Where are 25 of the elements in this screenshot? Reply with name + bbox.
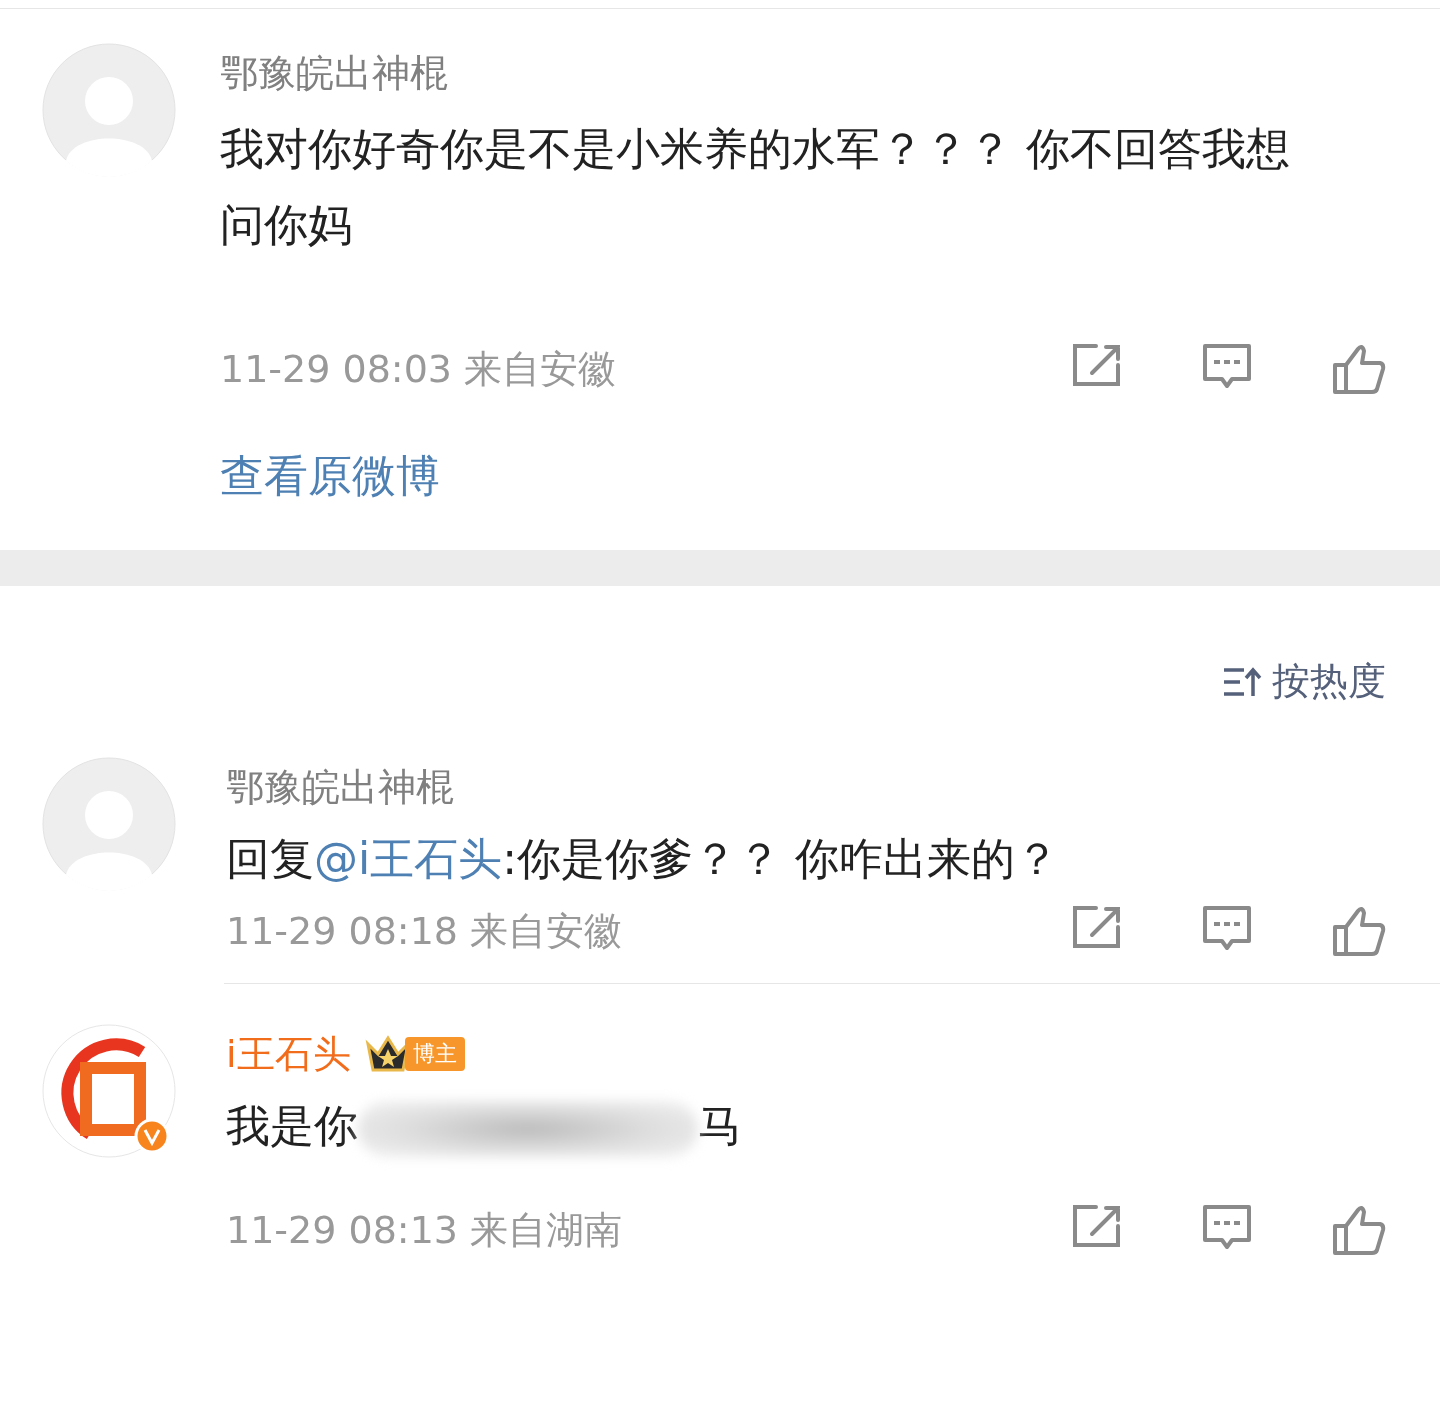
user-name[interactable]: 鄂豫皖出神棍 [226, 757, 454, 817]
sort-icon [1222, 665, 1262, 698]
comment-icon[interactable] [1202, 343, 1252, 389]
blogger-badge: 博主 [404, 1037, 465, 1071]
comment-time: 11-29 08:03 来自安徽 [220, 345, 617, 393]
like-icon[interactable] [1332, 905, 1386, 957]
user-name[interactable]: 鄂豫皖出神棍 [220, 43, 1386, 103]
mention-link[interactable]: @i王石头 [314, 833, 503, 884]
sort-button[interactable]: 按热度 [1222, 656, 1386, 707]
comment-text: 马 [698, 1100, 742, 1151]
like-icon[interactable] [1332, 343, 1386, 395]
share-icon[interactable] [1072, 905, 1122, 949]
comment-text: 回复@i王石头:你是你爹？？ 你咋出来的？ [226, 833, 1060, 884]
like-icon[interactable] [1332, 1204, 1386, 1256]
comment-time: 11-29 08:18 来自安徽 [226, 907, 623, 955]
view-original-link[interactable]: 查看原微博 [220, 447, 1386, 506]
share-icon[interactable] [1072, 1204, 1122, 1248]
comment-text: 我是你 [226, 1100, 358, 1151]
comment-time: 11-29 08:13 来自湖南 [226, 1206, 623, 1254]
comment-icon[interactable] [1202, 905, 1252, 951]
comment-icon[interactable] [1202, 1204, 1252, 1250]
avatar[interactable] [42, 1024, 176, 1158]
share-icon[interactable] [1072, 343, 1122, 387]
comment-text: 我对你好奇你是不是小米养的水军？？？ 你不回答我想问你妈 [220, 122, 1291, 252]
user-name[interactable]: i王石头 [226, 1024, 351, 1084]
